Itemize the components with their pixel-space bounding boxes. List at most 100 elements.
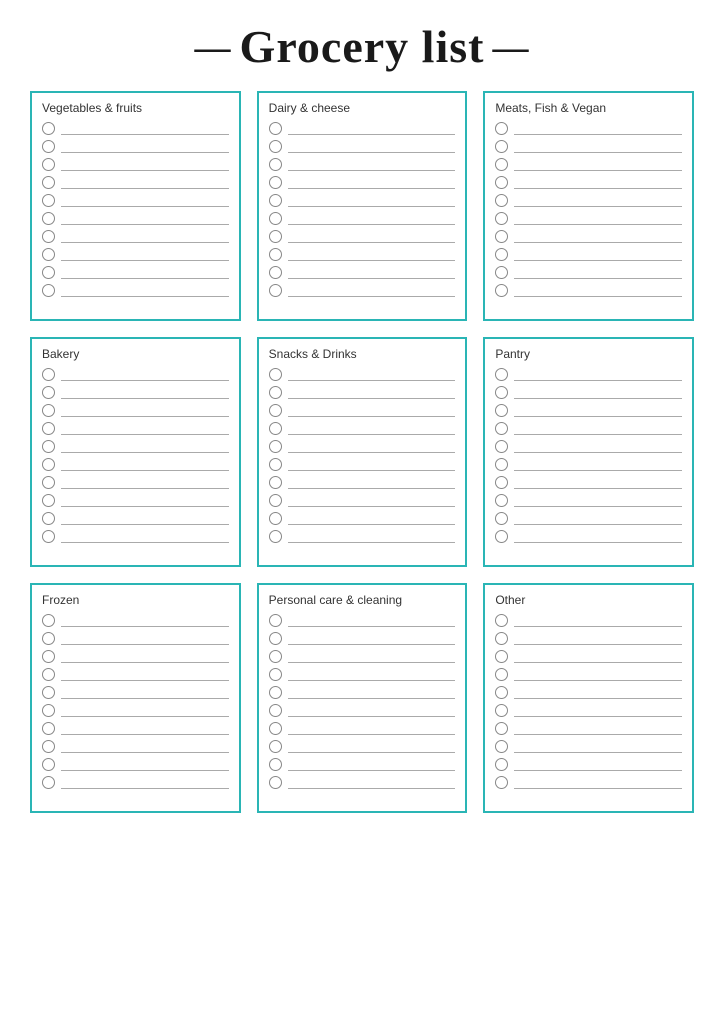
- list-item[interactable]: [269, 229, 456, 245]
- checkbox-circle[interactable]: [495, 722, 508, 735]
- list-item[interactable]: [495, 439, 682, 455]
- checkbox-circle[interactable]: [269, 686, 282, 699]
- list-item[interactable]: [42, 667, 229, 683]
- checkbox-circle[interactable]: [42, 614, 55, 627]
- checkbox-circle[interactable]: [42, 230, 55, 243]
- checkbox-circle[interactable]: [495, 740, 508, 753]
- list-item[interactable]: [269, 511, 456, 527]
- list-item[interactable]: [269, 175, 456, 191]
- checkbox-circle[interactable]: [269, 722, 282, 735]
- list-item[interactable]: [42, 475, 229, 491]
- checkbox-circle[interactable]: [42, 212, 55, 225]
- checkbox-circle[interactable]: [42, 440, 55, 453]
- list-item[interactable]: [269, 211, 456, 227]
- list-item[interactable]: [269, 439, 456, 455]
- checkbox-circle[interactable]: [42, 284, 55, 297]
- list-item[interactable]: [495, 649, 682, 665]
- list-item[interactable]: [495, 757, 682, 773]
- list-item[interactable]: [495, 457, 682, 473]
- checkbox-circle[interactable]: [42, 530, 55, 543]
- list-item[interactable]: [495, 121, 682, 137]
- list-item[interactable]: [269, 631, 456, 647]
- list-item[interactable]: [42, 247, 229, 263]
- list-item[interactable]: [495, 247, 682, 263]
- list-item[interactable]: [269, 385, 456, 401]
- checkbox-circle[interactable]: [269, 194, 282, 207]
- checkbox-circle[interactable]: [269, 614, 282, 627]
- list-item[interactable]: [42, 439, 229, 455]
- checkbox-circle[interactable]: [495, 632, 508, 645]
- list-item[interactable]: [42, 493, 229, 509]
- list-item[interactable]: [269, 157, 456, 173]
- checkbox-circle[interactable]: [495, 140, 508, 153]
- list-item[interactable]: [269, 421, 456, 437]
- list-item[interactable]: [495, 403, 682, 419]
- checkbox-circle[interactable]: [495, 230, 508, 243]
- checkbox-circle[interactable]: [42, 176, 55, 189]
- checkbox-circle[interactable]: [495, 458, 508, 471]
- list-item[interactable]: [269, 493, 456, 509]
- list-item[interactable]: [42, 403, 229, 419]
- list-item[interactable]: [495, 265, 682, 281]
- checkbox-circle[interactable]: [42, 494, 55, 507]
- checkbox-circle[interactable]: [42, 404, 55, 417]
- checkbox-circle[interactable]: [42, 248, 55, 261]
- checkbox-circle[interactable]: [269, 494, 282, 507]
- list-item[interactable]: [42, 139, 229, 155]
- checkbox-circle[interactable]: [495, 284, 508, 297]
- list-item[interactable]: [269, 775, 456, 791]
- list-item[interactable]: [42, 649, 229, 665]
- checkbox-circle[interactable]: [269, 248, 282, 261]
- checkbox-circle[interactable]: [495, 404, 508, 417]
- checkbox-circle[interactable]: [42, 122, 55, 135]
- checkbox-circle[interactable]: [495, 176, 508, 189]
- checkbox-circle[interactable]: [42, 776, 55, 789]
- list-item[interactable]: [495, 631, 682, 647]
- list-item[interactable]: [42, 631, 229, 647]
- list-item[interactable]: [269, 475, 456, 491]
- checkbox-circle[interactable]: [269, 266, 282, 279]
- list-item[interactable]: [269, 193, 456, 209]
- checkbox-circle[interactable]: [495, 422, 508, 435]
- checkbox-circle[interactable]: [269, 650, 282, 663]
- list-item[interactable]: [495, 775, 682, 791]
- checkbox-circle[interactable]: [495, 668, 508, 681]
- list-item[interactable]: [495, 529, 682, 545]
- checkbox-circle[interactable]: [269, 476, 282, 489]
- list-item[interactable]: [269, 457, 456, 473]
- checkbox-circle[interactable]: [495, 494, 508, 507]
- checkbox-circle[interactable]: [495, 650, 508, 663]
- checkbox-circle[interactable]: [495, 248, 508, 261]
- list-item[interactable]: [495, 685, 682, 701]
- checkbox-circle[interactable]: [42, 368, 55, 381]
- list-item[interactable]: [269, 139, 456, 155]
- checkbox-circle[interactable]: [495, 266, 508, 279]
- checkbox-circle[interactable]: [42, 194, 55, 207]
- list-item[interactable]: [495, 421, 682, 437]
- list-item[interactable]: [42, 421, 229, 437]
- list-item[interactable]: [269, 367, 456, 383]
- checkbox-circle[interactable]: [269, 122, 282, 135]
- list-item[interactable]: [495, 385, 682, 401]
- list-item[interactable]: [495, 367, 682, 383]
- checkbox-circle[interactable]: [495, 440, 508, 453]
- list-item[interactable]: [495, 703, 682, 719]
- checkbox-circle[interactable]: [42, 632, 55, 645]
- checkbox-circle[interactable]: [495, 368, 508, 381]
- list-item[interactable]: [495, 229, 682, 245]
- checkbox-circle[interactable]: [495, 686, 508, 699]
- checkbox-circle[interactable]: [269, 422, 282, 435]
- list-item[interactable]: [42, 511, 229, 527]
- checkbox-circle[interactable]: [269, 440, 282, 453]
- list-item[interactable]: [495, 613, 682, 629]
- list-item[interactable]: [495, 157, 682, 173]
- list-item[interactable]: [269, 613, 456, 629]
- list-item[interactable]: [42, 193, 229, 209]
- list-item[interactable]: [42, 283, 229, 299]
- list-item[interactable]: [495, 511, 682, 527]
- checkbox-circle[interactable]: [269, 176, 282, 189]
- checkbox-circle[interactable]: [495, 194, 508, 207]
- checkbox-circle[interactable]: [269, 158, 282, 171]
- list-item[interactable]: [42, 157, 229, 173]
- checkbox-circle[interactable]: [42, 476, 55, 489]
